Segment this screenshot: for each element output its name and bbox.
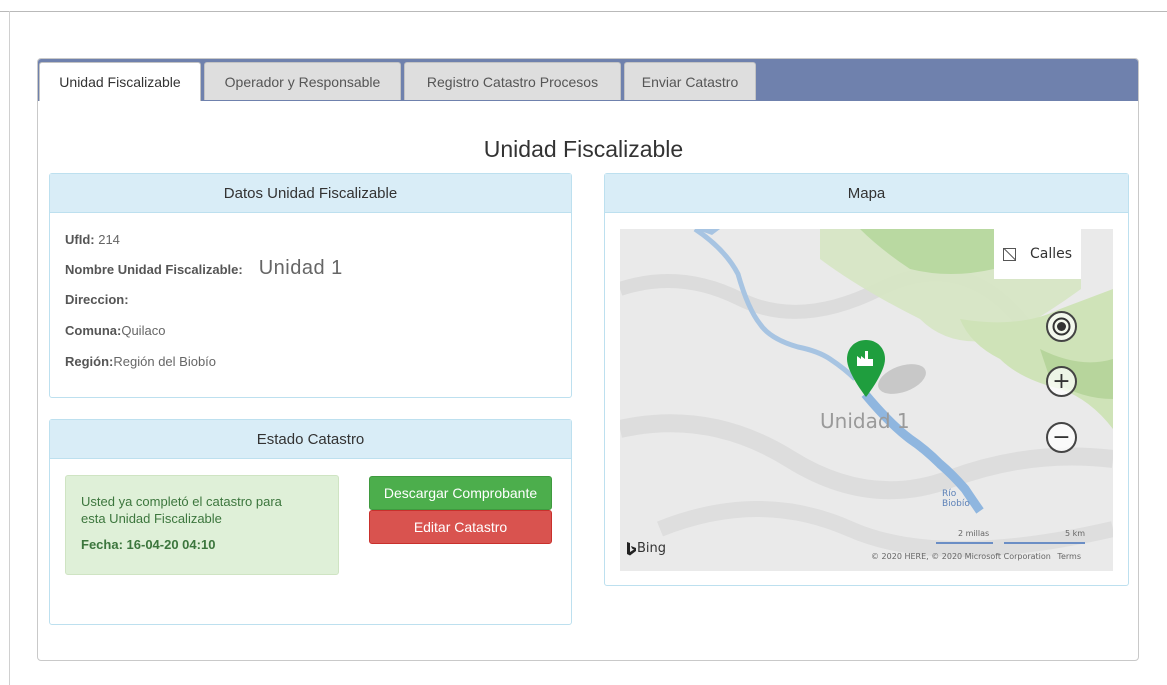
- left-divider: [9, 11, 10, 685]
- fecha-value: 16-04-20 04:10: [126, 537, 216, 552]
- region-value: Región del Biobío: [113, 354, 217, 369]
- mapa-card-header: Mapa: [605, 174, 1128, 213]
- success-alert: Usted ya completó el catastro para esta …: [65, 475, 339, 575]
- terms-link[interactable]: Terms: [1057, 552, 1081, 561]
- river-label-line2: Biobío: [942, 499, 970, 509]
- datos-card: Datos Unidad Fiscalizable UfId: 214 Nomb…: [49, 173, 572, 398]
- bing-logo: Bing: [626, 541, 666, 556]
- tab-registro-catastro-procesos[interactable]: Registro Catastro Procesos: [404, 62, 621, 100]
- fecha-field: Fecha: 16-04-20 04:10: [81, 536, 338, 553]
- direccion-label: Direccion:: [65, 292, 129, 307]
- map-view[interactable]: Unidad 1 Río Biobío Calles + − Bing 2 mi…: [620, 229, 1113, 571]
- zoom-in-icon[interactable]: +: [1046, 366, 1077, 397]
- estado-card-header: Estado Catastro: [50, 420, 571, 459]
- bing-label: Bing: [637, 541, 667, 556]
- editar-catastro-button[interactable]: Editar Catastro: [369, 510, 552, 544]
- ufid-value: 214: [94, 232, 120, 247]
- nombre-value: Unidad 1: [258, 257, 343, 279]
- nombre-field: Nombre Unidad Fiscalizable: Unidad 1: [65, 257, 343, 280]
- nombre-label: Nombre Unidad Fiscalizable:: [65, 262, 243, 277]
- datos-card-header: Datos Unidad Fiscalizable: [50, 174, 571, 213]
- fecha-label: Fecha:: [81, 537, 123, 552]
- bing-logo-icon: [627, 541, 636, 555]
- region-field: Región:Región del Biobío: [65, 354, 216, 369]
- layer-calles-button[interactable]: Calles: [994, 229, 1081, 279]
- page-title: Unidad Fiscalizable: [483, 136, 684, 162]
- tab-enviar-catastro[interactable]: Enviar Catastro: [624, 62, 756, 100]
- region-label: Región:: [65, 354, 114, 369]
- map-copyright: © 2020 HERE, © 2020 Microsoft Corporatio…: [871, 552, 1081, 561]
- copyright-text: © 2020 HERE, © 2020 Microsoft Corporatio…: [871, 552, 1051, 561]
- scale-miles: 2 millas: [958, 529, 990, 538]
- ufid-label: UfId:: [65, 232, 95, 247]
- descargar-comprobante-button[interactable]: Descargar Comprobante: [369, 476, 552, 510]
- factory-pin-icon[interactable]: [846, 339, 886, 401]
- mapa-card: Mapa Unidad 1 Río Biobío Calles + − Bing…: [604, 173, 1129, 586]
- tab-operador-responsable[interactable]: Operador y Responsable: [204, 62, 401, 100]
- top-divider: [0, 11, 1167, 12]
- alert-message-line2: esta Unidad Fiscalizable: [81, 511, 222, 526]
- river-label-line1: Río: [942, 489, 957, 499]
- zoom-out-icon[interactable]: −: [1046, 422, 1077, 453]
- tab-unidad-fiscalizable[interactable]: Unidad Fiscalizable: [39, 62, 201, 101]
- ufid-field: UfId: 214: [65, 232, 120, 247]
- direccion-field: Direccion:: [65, 292, 129, 307]
- tab-bar: Unidad Fiscalizable Operador y Responsab…: [38, 59, 1138, 101]
- alert-message-line1: Usted ya completó el catastro para: [81, 494, 282, 509]
- map-pin-label: Unidad 1: [820, 409, 910, 433]
- layer-square-icon: [1002, 247, 1016, 261]
- estado-card: Estado Catastro Usted ya completó el cat…: [49, 419, 572, 625]
- locate-me-icon[interactable]: [1046, 311, 1077, 342]
- scale-km: 5 km: [1065, 529, 1086, 538]
- layer-calles-label: Calles: [1029, 246, 1073, 262]
- comuna-field: Comuna:Quilaco: [65, 323, 165, 338]
- river-label: Río Biobío: [942, 489, 970, 509]
- comuna-value: Quilaco: [121, 323, 166, 338]
- comuna-label: Comuna:: [65, 323, 122, 338]
